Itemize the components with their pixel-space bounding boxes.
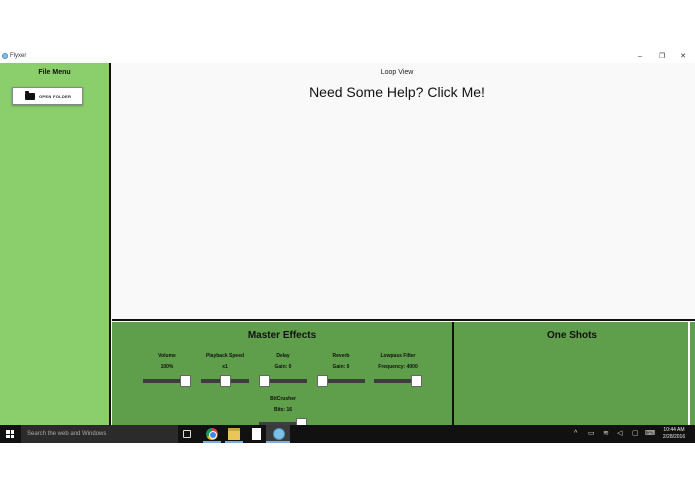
- file-explorer-icon[interactable]: [228, 428, 240, 440]
- lowpass-filter-control: Lowpass Filter Frequency: 4000: [368, 353, 428, 387]
- maximize-button[interactable]: ❐: [652, 51, 672, 62]
- playback-speed-slider[interactable]: [201, 375, 249, 387]
- delay-value: Gain: 0: [274, 364, 292, 370]
- bitcrusher-value: Bits: 16: [273, 407, 293, 413]
- chevron-up-icon[interactable]: ^: [574, 425, 577, 443]
- slider-thumb[interactable]: [219, 375, 231, 387]
- one-shots-section: One Shots: [456, 322, 690, 425]
- taskbar-search-input[interactable]: Search the web and Windows: [21, 425, 178, 443]
- reverb-slider[interactable]: [317, 375, 365, 387]
- task-view-icon[interactable]: [183, 430, 191, 438]
- wifi-icon[interactable]: ≋: [603, 425, 609, 443]
- clock-date: 2/28/2016: [662, 434, 686, 440]
- close-button[interactable]: ✕: [673, 51, 693, 62]
- effects-panel: Master Effects Volume 100% Playback Spee…: [112, 322, 695, 430]
- battery-icon[interactable]: ▭: [588, 425, 595, 443]
- flyxer-logo-icon: [2, 53, 8, 59]
- taskbar-clock[interactable]: 10:44 AM 2/28/2016: [656, 427, 692, 441]
- playback-speed-value: x1: [222, 364, 228, 370]
- active-indicator: [225, 441, 243, 443]
- lowpass-filter-slider[interactable]: [374, 375, 422, 387]
- help-link[interactable]: Need Some Help? Click Me!: [112, 84, 682, 100]
- chrome-icon[interactable]: [206, 428, 218, 440]
- playback-speed-label: Playback Speed: [205, 353, 245, 359]
- slider-thumb[interactable]: [411, 375, 422, 387]
- flyxer-app-icon[interactable]: [273, 428, 285, 440]
- slider-thumb[interactable]: [180, 375, 191, 387]
- slider-thumb[interactable]: [259, 375, 270, 387]
- volume-label: Volume: [158, 353, 176, 359]
- lowpass-filter-value: Frequency: 4000: [378, 364, 418, 370]
- document-icon[interactable]: [252, 428, 261, 440]
- delay-label: Delay: [276, 353, 290, 359]
- open-folder-button[interactable]: OPEN FOLDER: [12, 87, 83, 105]
- windows-start-icon[interactable]: [6, 430, 14, 438]
- reverb-label: Reverb: [332, 353, 350, 359]
- delay-slider[interactable]: [259, 375, 307, 387]
- window-title: Flyxer: [10, 53, 27, 59]
- keyboard-icon[interactable]: ⌨: [645, 425, 655, 443]
- volume-slider[interactable]: [143, 375, 191, 387]
- minimize-button[interactable]: –: [630, 51, 650, 62]
- delay-control: Delay Gain: 0: [253, 353, 313, 387]
- volume-control: Volume 100%: [137, 353, 197, 387]
- master-effects-title: Master Effects: [247, 330, 317, 341]
- file-menu-title: File Menu: [38, 69, 71, 76]
- flyxer-window: Flyxer – ❐ ✕ File Menu OPEN FOLDER Loop …: [0, 50, 695, 430]
- windows-taskbar: Search the web and Windows ^ ▭ ≋ ◁ ▢ ⌨ 1…: [0, 425, 695, 443]
- reverb-value: Gain: 0: [332, 364, 350, 370]
- clock-time: 10:44 AM: [663, 427, 685, 433]
- loop-view-title: Loop View: [380, 69, 414, 76]
- lowpass-filter-label: Lowpass Filter: [380, 353, 416, 359]
- open-folder-label: OPEN FOLDER: [39, 93, 72, 99]
- bitcrusher-label: BitCrusher: [270, 396, 296, 402]
- master-effects-section: Master Effects Volume 100% Playback Spee…: [112, 322, 454, 430]
- one-shots-title: One Shots: [546, 330, 597, 341]
- title-bar: Flyxer – ❐ ✕: [0, 50, 695, 63]
- volume-value: 100%: [160, 364, 174, 370]
- active-indicator: [203, 441, 221, 443]
- slider-thumb[interactable]: [317, 375, 328, 387]
- playback-speed-control: Playback Speed x1: [195, 353, 255, 387]
- folder-icon: [25, 90, 35, 100]
- notification-icon[interactable]: ▢: [632, 425, 639, 443]
- active-indicator: [266, 441, 290, 443]
- reverb-control: Reverb Gain: 0: [311, 353, 371, 387]
- volume-icon[interactable]: ◁: [617, 425, 622, 443]
- loop-view-panel: Loop View Need Some Help? Click Me!: [112, 63, 695, 321]
- file-menu-sidebar: File Menu OPEN FOLDER: [0, 63, 111, 425]
